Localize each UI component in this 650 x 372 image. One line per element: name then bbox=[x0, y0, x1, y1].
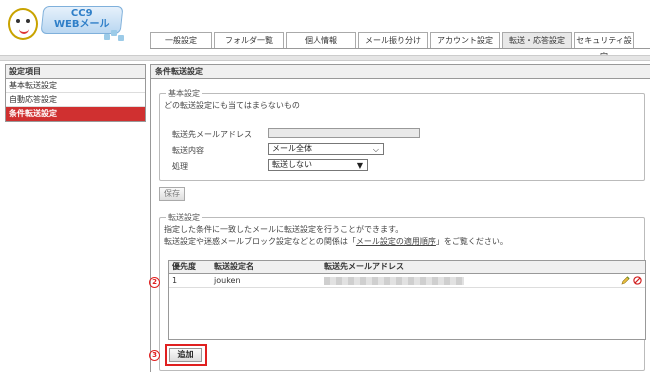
add-button[interactable]: 追加 bbox=[169, 348, 202, 362]
page-title: 条件転送設定 bbox=[151, 65, 650, 79]
chevron-down-icon: ⌵ bbox=[372, 145, 379, 154]
action-label: 処理 bbox=[172, 162, 188, 171]
table-row[interactable]: 1 jouken bbox=[169, 274, 645, 288]
action-select[interactable]: 転送しない ▼ bbox=[268, 159, 368, 171]
table-header: 優先度 転送設定名 転送先メールアドレス bbox=[169, 261, 645, 274]
forward-table: 優先度 転送設定名 転送先メールアドレス 1 jouken bbox=[168, 260, 646, 340]
tab-personal[interactable]: 個人情報 bbox=[286, 32, 356, 49]
basic-settings-legend: 基本設定 bbox=[166, 88, 202, 99]
tab-general[interactable]: 一般設定 bbox=[150, 32, 212, 49]
sidebar-item-basic-forward[interactable]: 基本転送設定 bbox=[6, 79, 145, 93]
annotation-marker-3: 3 bbox=[149, 350, 160, 361]
tab-forward-reply[interactable]: 転送・応答設定 bbox=[502, 32, 572, 49]
forward-help-line1: 指定した条件に一致したメールに転送設定を行うことができます。 bbox=[164, 225, 404, 234]
sidebar-title: 設定項目 bbox=[6, 65, 145, 79]
row-name: jouken bbox=[214, 276, 241, 285]
tab-account[interactable]: アカウント設定 bbox=[430, 32, 500, 49]
col-name: 転送設定名 bbox=[214, 262, 254, 271]
app-logo: CC9 WEBメール bbox=[2, 2, 132, 46]
save-button[interactable]: 保存 bbox=[159, 187, 185, 201]
edit-icon[interactable] bbox=[621, 276, 630, 285]
forward-content-select[interactable]: メール全体 ⌵ bbox=[268, 143, 384, 155]
apply-order-link[interactable]: メール設定の適用順序 bbox=[356, 237, 436, 246]
sidebar-item-conditional-forward[interactable]: 条件転送設定 bbox=[6, 107, 145, 121]
forward-address-label: 転送先メールアドレス bbox=[172, 130, 252, 139]
forward-address-field[interactable] bbox=[268, 128, 420, 138]
forward-content-label: 転送内容 bbox=[172, 146, 204, 155]
col-priority: 優先度 bbox=[172, 262, 196, 271]
tab-folders[interactable]: フォルダ一覧 bbox=[214, 32, 284, 49]
main-panel: 条件転送設定 基本設定 どの転送設定にも当てはまらないもの 転送先メールアドレス… bbox=[150, 64, 650, 372]
forward-settings-group: 転送設定 指定した条件に一致したメールに転送設定を行うことができます。 転送設定… bbox=[159, 212, 646, 371]
logo-line2: WEBメール bbox=[54, 19, 110, 30]
basic-settings-group: 基本設定 どの転送設定にも当てはまらないもの 転送先メールアドレス 転送内容 メ… bbox=[159, 88, 645, 181]
tab-security[interactable]: セキュリティ設定 bbox=[574, 32, 634, 61]
row-address bbox=[321, 274, 645, 287]
sidebar-item-auto-reply[interactable]: 自動応答設定 bbox=[6, 93, 145, 107]
tab-bar: 一般設定 フォルダ一覧 個人情報 メール振り分け アカウント設定 転送・応答設定… bbox=[150, 32, 636, 61]
sidebar: 設定項目 基本転送設定 自動応答設定 条件転送設定 bbox=[5, 64, 146, 122]
row-priority: 1 bbox=[172, 276, 178, 285]
chevron-down-icon: ▼ bbox=[356, 161, 363, 170]
col-address: 転送先メールアドレス bbox=[324, 262, 404, 271]
delete-icon[interactable] bbox=[633, 276, 642, 285]
basic-settings-description: どの転送設定にも当てはまらないもの bbox=[164, 101, 300, 110]
redacted-address bbox=[324, 276, 464, 285]
forward-help-line2: 転送設定や迷惑メールブロック設定などとの関係は「メール設定の適用順序」をご覧くだ… bbox=[164, 237, 508, 246]
tab-mail-filter[interactable]: メール振り分け bbox=[358, 32, 428, 49]
annotation-marker-2: 2 bbox=[149, 277, 160, 288]
forward-settings-legend: 転送設定 bbox=[166, 212, 202, 223]
mascot-icon bbox=[8, 8, 38, 40]
logo-line1: CC9 bbox=[70, 8, 93, 19]
